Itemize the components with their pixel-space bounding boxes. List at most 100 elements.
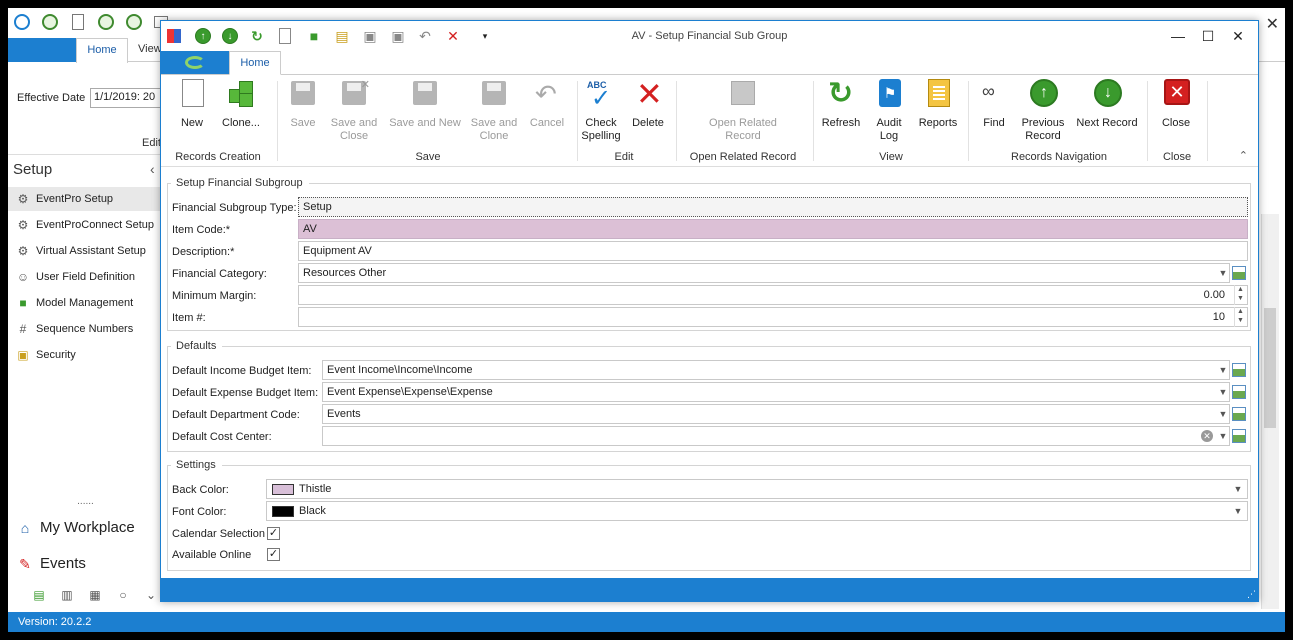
default-cost-center-select[interactable]	[322, 426, 1230, 446]
close-icon[interactable]: ✕	[1228, 27, 1248, 45]
description-input[interactable]: Equipment AV	[298, 241, 1248, 261]
lookup-icon[interactable]	[1232, 385, 1246, 399]
clock-icon[interactable]	[98, 14, 114, 30]
spinner-icon[interactable]: ▲ ▼	[1234, 307, 1246, 327]
save-button[interactable]: Save	[287, 79, 319, 141]
sidebar-splitter[interactable]: ......	[8, 495, 163, 509]
check-spelling-button[interactable]: ABC ✓ Check Spelling	[581, 79, 621, 142]
maximize-icon[interactable]: ☐	[1198, 27, 1218, 45]
refresh-button[interactable]: ↻ Refresh	[819, 79, 863, 141]
open-related-record-button[interactable]: Open Related Record	[701, 79, 785, 142]
cancel-button-label: Cancel	[529, 117, 565, 129]
chevron-down-icon[interactable]: ▼	[1217, 385, 1229, 399]
previous-record-label-2: Record	[1025, 130, 1061, 142]
collapse-ribbon-icon[interactable]: ⌃	[1239, 149, 1248, 162]
chat-icon[interactable]: ○	[116, 588, 130, 602]
chevron-down-icon[interactable]: ▼	[1217, 407, 1229, 421]
available-online-checkbox[interactable]: ✓	[267, 548, 280, 561]
clear-icon[interactable]: ✕	[1201, 430, 1213, 442]
save-and-new-button[interactable]: Save and New	[389, 79, 461, 141]
default-cost-center-label: Default Cost Center:	[172, 431, 272, 443]
new-button[interactable]: New	[173, 79, 211, 141]
sidebar-item-model-management[interactable]: ■ Model Management	[8, 291, 163, 315]
description-label: Description:*	[172, 246, 235, 258]
sidebar-item-virtual-assistant-setup[interactable]: ⚙ Virtual Assistant Setup	[8, 239, 163, 263]
chevron-down-icon[interactable]: ▼	[1217, 429, 1229, 443]
lookup-icon[interactable]	[1232, 429, 1246, 443]
group-records-creation: Records Creation	[175, 151, 261, 163]
clock-icon[interactable]	[126, 14, 142, 30]
main-close-icon[interactable]: ✕	[1266, 14, 1279, 34]
refresh-icon: ↻	[828, 77, 854, 110]
previous-record-button[interactable]: ↑ Previous Record	[1019, 79, 1067, 142]
effective-date-input[interactable]: 1/1/2019: 20	[90, 88, 170, 108]
module-icon[interactable]: ▦	[88, 588, 102, 602]
sidebar-item-eventpro-setup[interactable]: ⚙ EventPro Setup	[8, 187, 163, 211]
chevron-down-icon[interactable]: ▼	[1217, 266, 1229, 280]
sidebar-item-user-field-definition[interactable]: ☺ User Field Definition	[8, 265, 163, 289]
sidebar-item-security[interactable]: ▣ Security	[8, 343, 163, 367]
tab-home[interactable]: Home	[229, 51, 281, 75]
minimum-margin-input[interactable]: 0.00	[298, 285, 1248, 305]
main-tab-view[interactable]: View	[138, 43, 162, 55]
default-income-budget-item-label: Default Income Budget Item:	[172, 365, 312, 377]
default-department-code-select[interactable]: Events	[322, 404, 1230, 424]
lookup-icon[interactable]	[1232, 407, 1246, 421]
spinner-icon[interactable]: ▲ ▼	[1234, 285, 1246, 305]
dialog-footer: ⋰	[161, 578, 1258, 602]
effective-date-label: Effective Date	[17, 92, 86, 104]
chevron-down-icon[interactable]: ⌄	[144, 588, 158, 602]
clone-button[interactable]: Clone...	[217, 79, 265, 141]
delete-button[interactable]: ✕ Delete	[629, 78, 667, 141]
item-number-input[interactable]: 10	[298, 307, 1248, 327]
default-income-budget-item-select[interactable]: Event Income\Income\Income	[322, 360, 1230, 380]
open-related-label-1: Open Related	[709, 117, 777, 129]
module-icon[interactable]: ▥	[60, 588, 74, 602]
calendar-selection-checkbox[interactable]: ✓	[267, 527, 280, 540]
minimize-icon[interactable]: —	[1168, 27, 1188, 45]
save-and-close-button[interactable]: ✕ Save and Close	[329, 79, 379, 142]
save-clone-label-2: Clone	[479, 130, 509, 142]
financial-subgroup-type-field[interactable]: Setup	[298, 197, 1248, 217]
lookup-icon[interactable]	[1232, 363, 1246, 377]
minimum-margin-label: Minimum Margin:	[172, 290, 257, 302]
dialog-app-menu-tab[interactable]	[161, 51, 229, 74]
audit-log-label-1: Audit	[876, 117, 902, 129]
reports-button[interactable]: Reports	[915, 79, 961, 141]
default-expense-budget-item-select[interactable]: Event Expense\Expense\Expense	[322, 382, 1230, 402]
nav-events[interactable]: ✎ Events	[8, 549, 163, 579]
pin-icon: ✎	[19, 556, 31, 572]
back-color-select[interactable]: Thistle	[266, 479, 1248, 499]
save-new-icon	[413, 81, 437, 105]
save-and-clone-button[interactable]: Save and Clone	[469, 79, 519, 142]
gears-icon: ⚙	[17, 218, 29, 232]
find-button[interactable]: ∞ Find	[977, 79, 1011, 141]
font-color-select[interactable]: Black	[266, 501, 1248, 521]
main-tab-home[interactable]: Home	[76, 38, 128, 63]
sidebar-item-sequence-numbers[interactable]: # Sequence Numbers	[8, 317, 163, 341]
module-icon[interactable]: ▤	[32, 588, 46, 602]
gears-icon: ⚙	[17, 192, 29, 206]
chevron-down-icon[interactable]: ▼	[1232, 482, 1244, 496]
chevron-down-icon[interactable]: ▼	[1232, 504, 1244, 518]
main-app-menu-tab[interactable]	[8, 38, 76, 62]
cancel-button[interactable]: ↶ Cancel	[527, 79, 567, 141]
financial-category-select[interactable]: Resources Other	[298, 263, 1230, 283]
refresh-button-label: Refresh	[821, 117, 861, 129]
close-button[interactable]: ✕ Close	[1157, 79, 1195, 141]
nav-my-workplace[interactable]: ⌂ My Workplace	[8, 513, 163, 543]
lookup-icon[interactable]	[1232, 266, 1246, 280]
sidebar-item-label: User Field Definition	[36, 271, 136, 283]
document-icon[interactable]	[72, 14, 84, 30]
sidebar-collapse-icon[interactable]: ‹	[150, 161, 155, 177]
sidebar-item-eventproconnect-setup[interactable]: ⚙ EventProConnect Setup	[8, 213, 163, 237]
item-code-input[interactable]: AV	[298, 219, 1248, 239]
resize-grip-icon[interactable]: ⋰	[1247, 589, 1256, 600]
next-record-button[interactable]: ↓ Next Record	[1073, 79, 1141, 141]
audit-log-button[interactable]: ⚑ Audit Log	[871, 79, 907, 142]
main-scrollbar-thumb[interactable]	[1264, 308, 1276, 428]
clock-icon[interactable]	[42, 14, 58, 30]
sidebar-item-label: Model Management	[36, 297, 134, 309]
ribbon-separator	[1147, 81, 1148, 161]
chevron-down-icon[interactable]: ▼	[1217, 363, 1229, 377]
